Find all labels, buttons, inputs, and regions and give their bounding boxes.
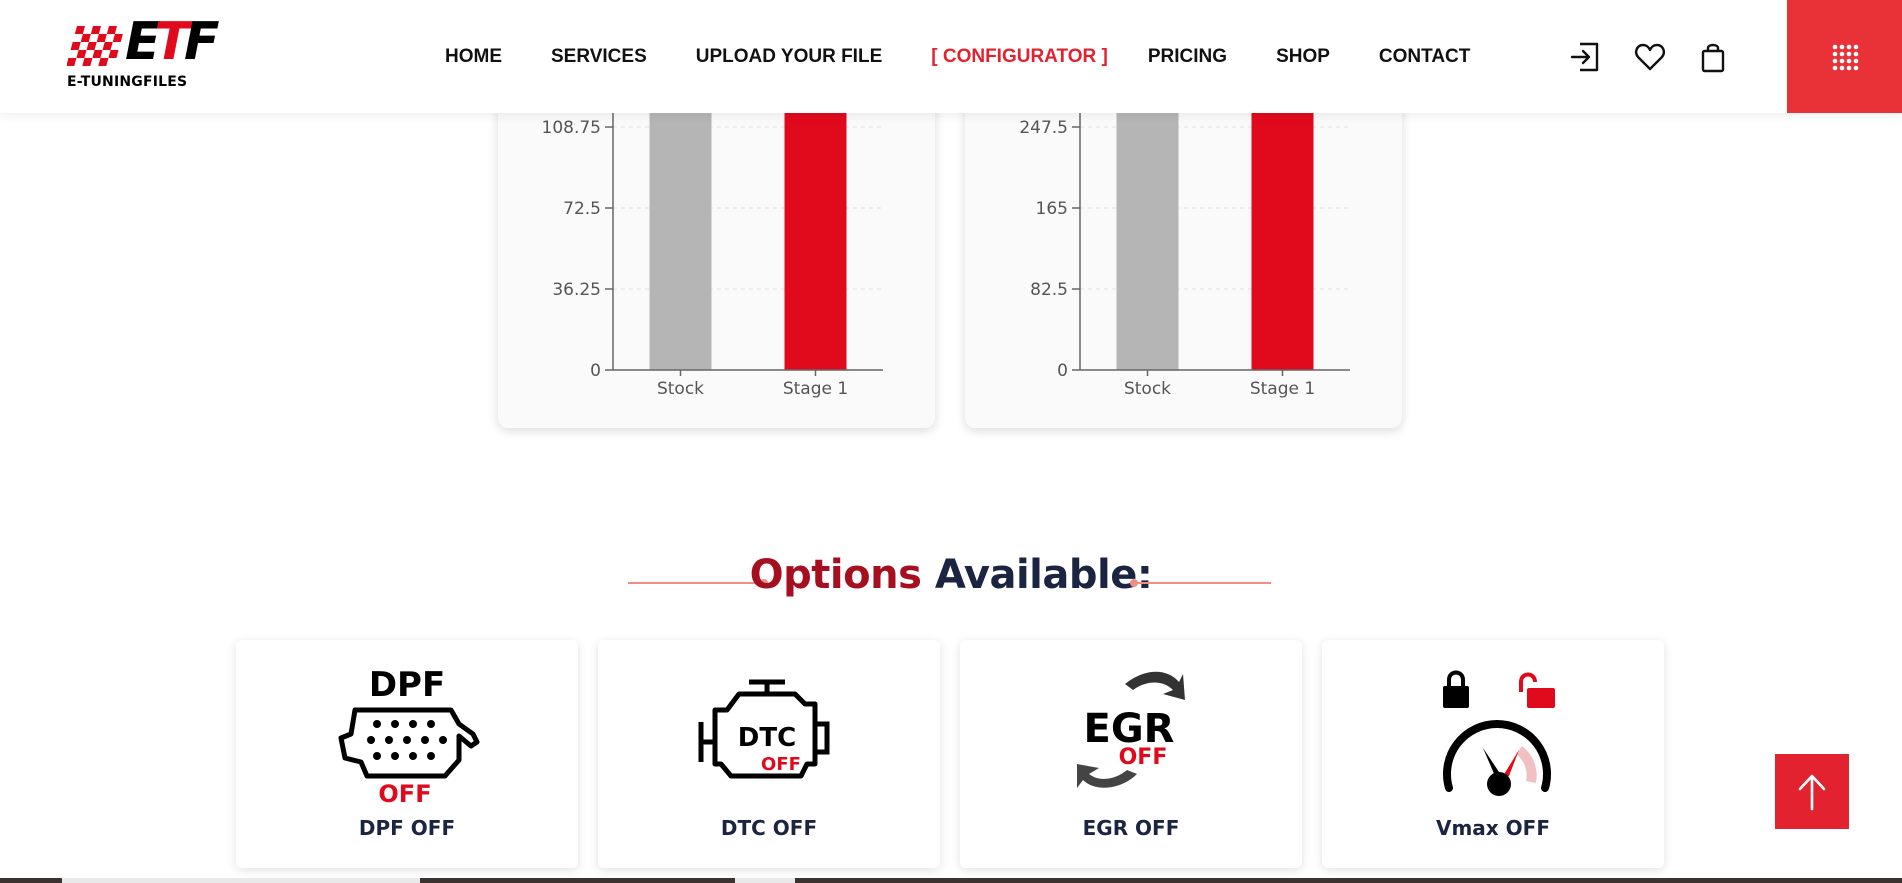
vmax-off-icon: [1443, 670, 1555, 796]
y-tick-label: 82.5: [1030, 280, 1068, 300]
option-label-dpf: DPF OFF: [358, 816, 456, 840]
bottom-strip-segment: [735, 878, 795, 883]
checkered-flag-icon: [67, 26, 123, 66]
y-tick-label: 108.75: [542, 118, 601, 138]
option-label-vmax: Vmax OFF: [1435, 816, 1550, 840]
x-tick-label: Stage 1: [783, 379, 848, 399]
dpf-off-icon: DPF OFF: [338, 665, 480, 804]
dtc-off-icon: DTC OFF: [698, 679, 830, 779]
logo-text: E-TUNINGFILES: [67, 74, 188, 90]
grid-menu-icon: [1832, 44, 1858, 70]
nav-item-pricing[interactable]: PRICING: [1148, 46, 1227, 68]
scroll-to-top-button[interactable]: [1775, 754, 1849, 829]
option-card-dtc[interactable]: DTC OFF DTC OFF: [598, 640, 940, 868]
nav-item-shop[interactable]: SHOP: [1276, 46, 1330, 68]
nav-item-upload[interactable]: UPLOAD YOUR FILE: [696, 46, 883, 68]
option-label-dtc: DTC OFF: [720, 816, 818, 840]
logo-mark: ETF: [67, 16, 239, 70]
svg-text:OFF: OFF: [1119, 745, 1168, 770]
site-logo[interactable]: ETF E-TUNINGFILES: [67, 16, 239, 90]
logo-letters: ETF: [125, 12, 219, 72]
nav-item-configurator[interactable]: [ CONFIGURATOR ]: [931, 46, 1108, 68]
title-deco-line-right: [1135, 582, 1271, 584]
nav-item-contact[interactable]: CONTACT: [1379, 46, 1470, 68]
bottom-strip: [0, 878, 1902, 883]
torque-chart: 0 82.5 165 247.5 Stock Stage 1: [1019, 60, 1350, 399]
option-card-egr[interactable]: EGR OFF EGR OFF: [960, 640, 1302, 868]
power-chart: 0 36.25 72.5 108.75 Stock Stage 1: [542, 60, 883, 399]
x-tick-label: Stock: [657, 379, 704, 399]
site-header: ETF E-TUNINGFILES HOME SERVICES UPLOAD Y…: [0, 0, 1902, 113]
y-tick-label: 247.5: [1019, 118, 1068, 138]
nav-item-home[interactable]: HOME: [445, 46, 502, 68]
option-card-dpf[interactable]: DPF OFF DPF OFF: [236, 640, 578, 868]
y-tick-label: 0: [590, 361, 601, 381]
svg-text:DTC: DTC: [738, 723, 796, 753]
svg-text:OFF: OFF: [761, 754, 801, 775]
nav-item-services[interactable]: SERVICES: [551, 46, 647, 68]
shopping-bag-icon[interactable]: [1696, 40, 1730, 74]
arrow-up-icon: [1798, 774, 1826, 810]
grid-menu-button[interactable]: [1787, 0, 1902, 113]
option-label-egr: EGR OFF: [1082, 816, 1180, 840]
option-card-vmax[interactable]: Vmax OFF: [1322, 640, 1664, 868]
svg-text:OFF: OFF: [378, 780, 431, 804]
y-tick-label: 72.5: [563, 199, 601, 219]
y-tick-label: 165: [1036, 199, 1068, 219]
bottom-strip-segment: [62, 878, 420, 883]
svg-text:DPF: DPF: [369, 665, 445, 705]
x-tick-label: Stage 1: [1250, 379, 1315, 399]
options-title: Options Available:: [749, 552, 1153, 598]
x-tick-label: Stock: [1124, 379, 1171, 399]
main-nav: HOME SERVICES UPLOAD YOUR FILE [ CONFIGU…: [445, 45, 1470, 69]
login-icon[interactable]: [1568, 40, 1602, 74]
y-tick-label: 0: [1057, 361, 1068, 381]
y-tick-label: 36.25: [552, 280, 601, 300]
heart-icon[interactable]: [1633, 40, 1667, 74]
chart-card-1: 0 36.25 72.5 108.75 Stock Stage 1: [498, 60, 935, 428]
egr-off-icon: EGR OFF: [1077, 671, 1185, 788]
chart-card-2: 0 82.5 165 247.5 Stock Stage 1: [965, 60, 1402, 428]
